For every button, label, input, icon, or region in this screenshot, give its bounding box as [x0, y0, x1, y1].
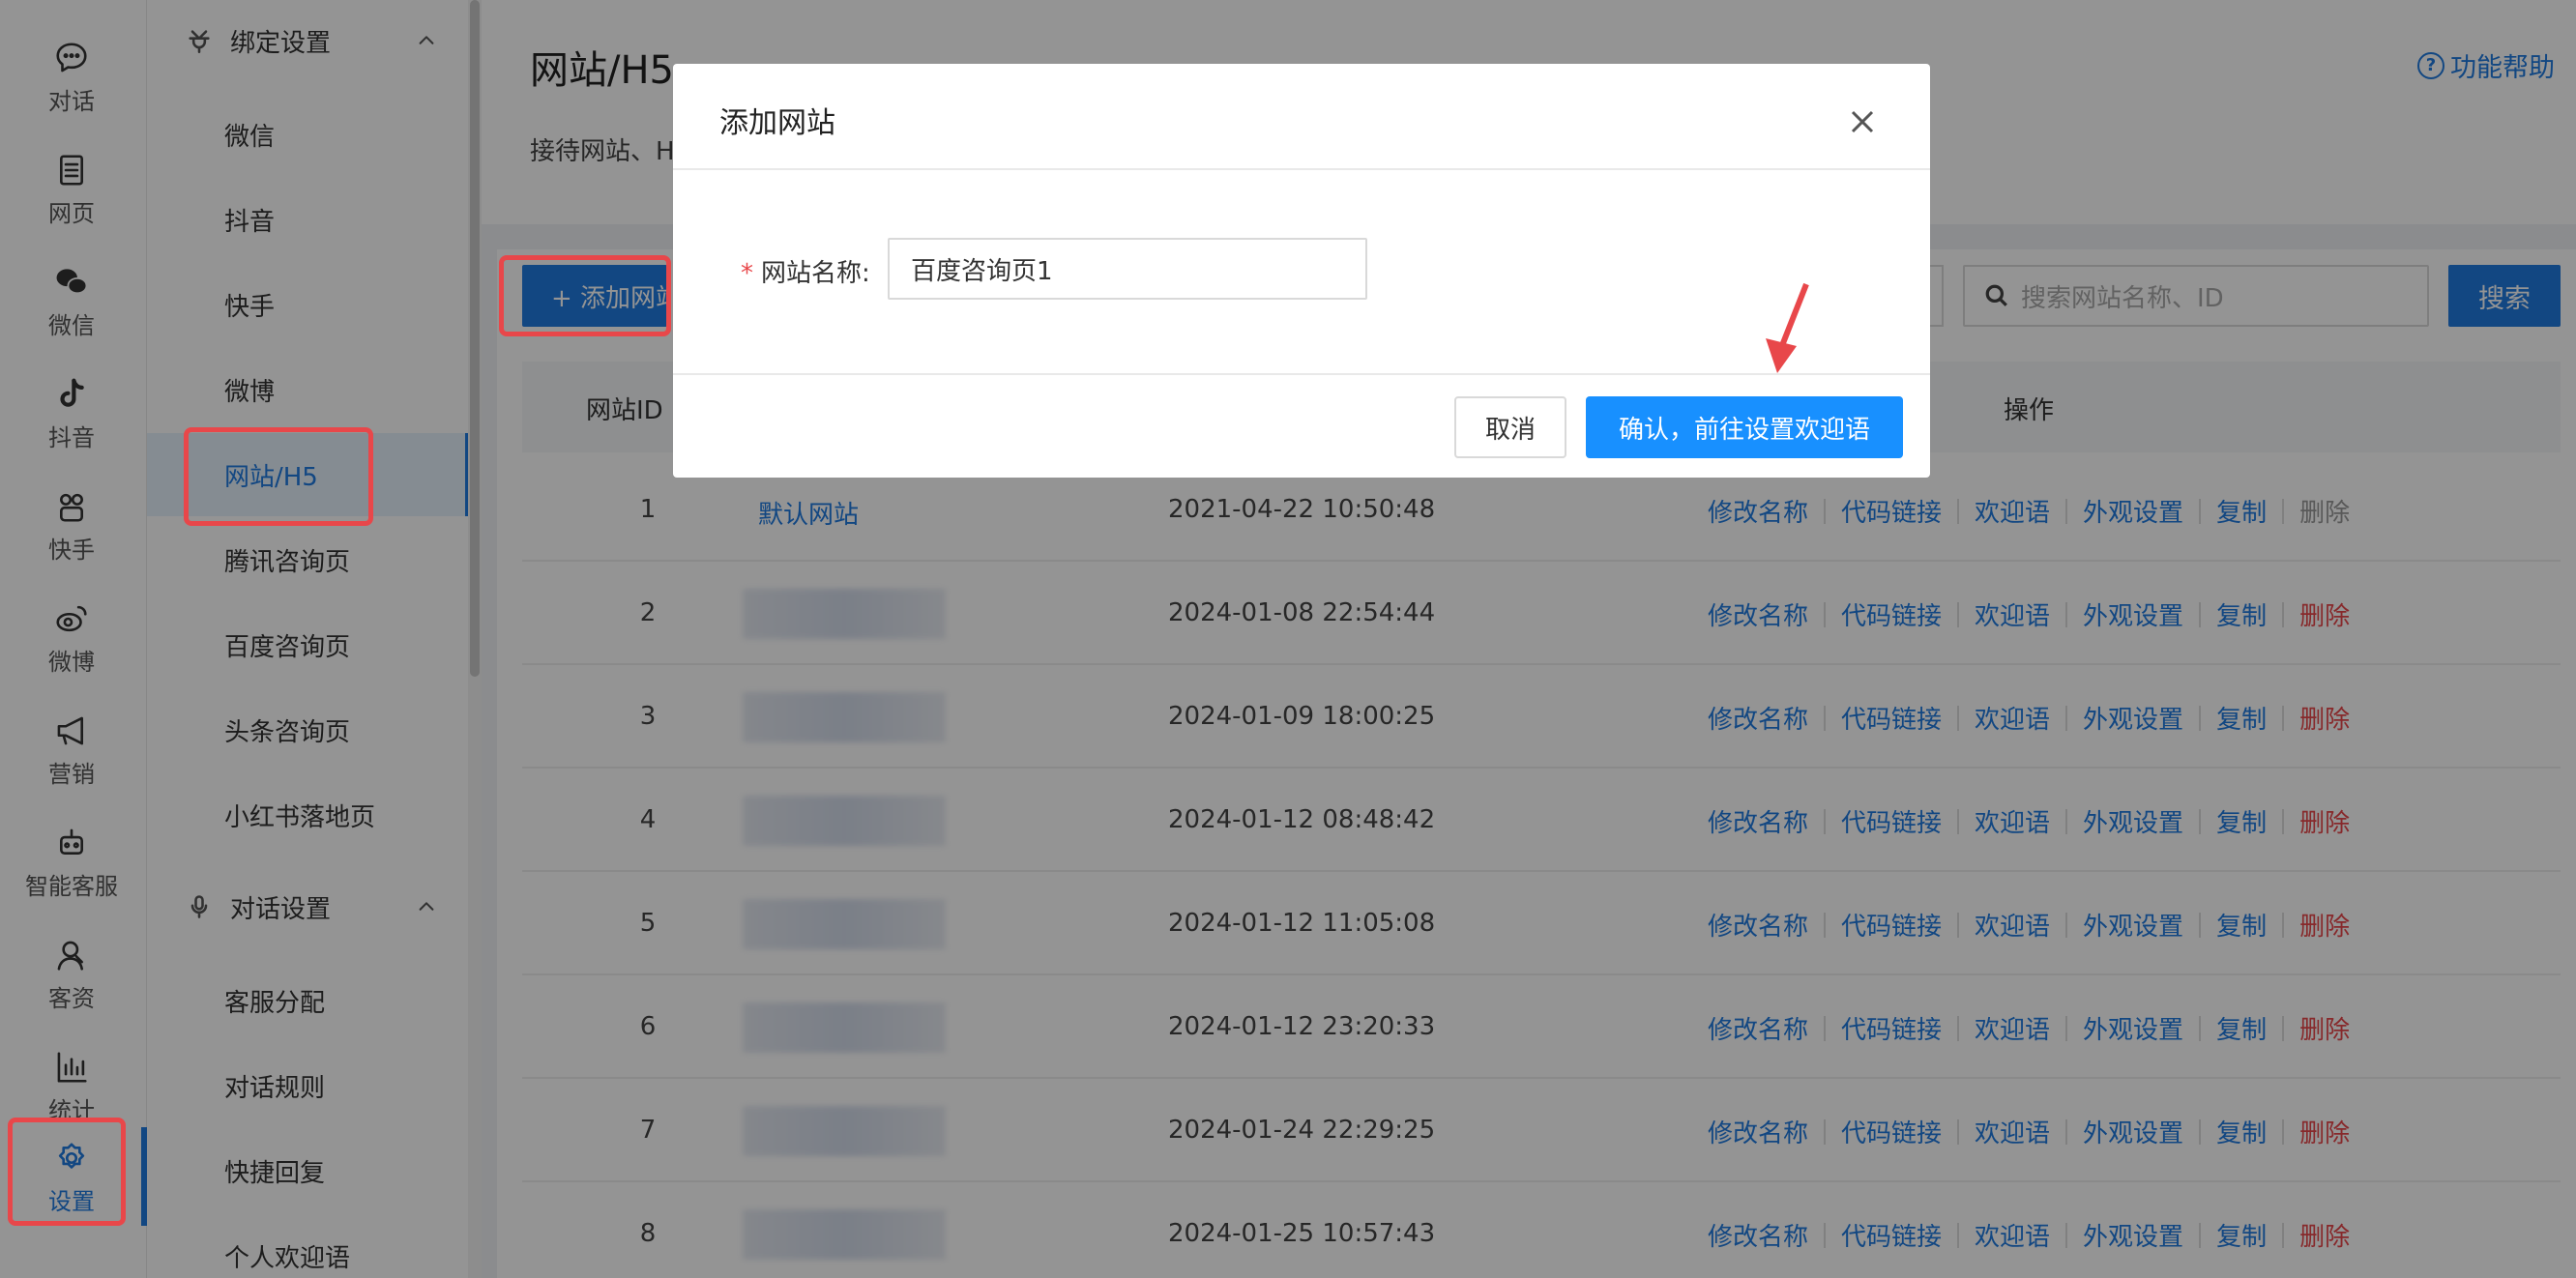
highlight-add-button: [499, 255, 671, 336]
cancel-button[interactable]: 取消: [1454, 396, 1566, 458]
add-website-dialog: 添加网站 * 网站名称: 取消 确认，前往设置欢迎语: [673, 64, 1930, 478]
annotation-arrow-icon: [1766, 282, 1809, 373]
confirm-button[interactable]: 确认，前往设置欢迎语: [1586, 396, 1903, 458]
required-mark: *: [741, 259, 753, 288]
divider: [673, 168, 1930, 170]
dialog-title: 添加网站: [719, 106, 835, 140]
highlight-menu-item: [184, 427, 373, 526]
website-name-input[interactable]: [888, 238, 1367, 300]
field-label-text: 网站名称:: [761, 259, 870, 288]
close-icon: [1851, 110, 1874, 133]
website-name-label: * 网站名称:: [741, 253, 870, 289]
divider: [673, 373, 1930, 375]
highlight-settings: [8, 1118, 126, 1226]
close-button[interactable]: [1847, 106, 1878, 137]
